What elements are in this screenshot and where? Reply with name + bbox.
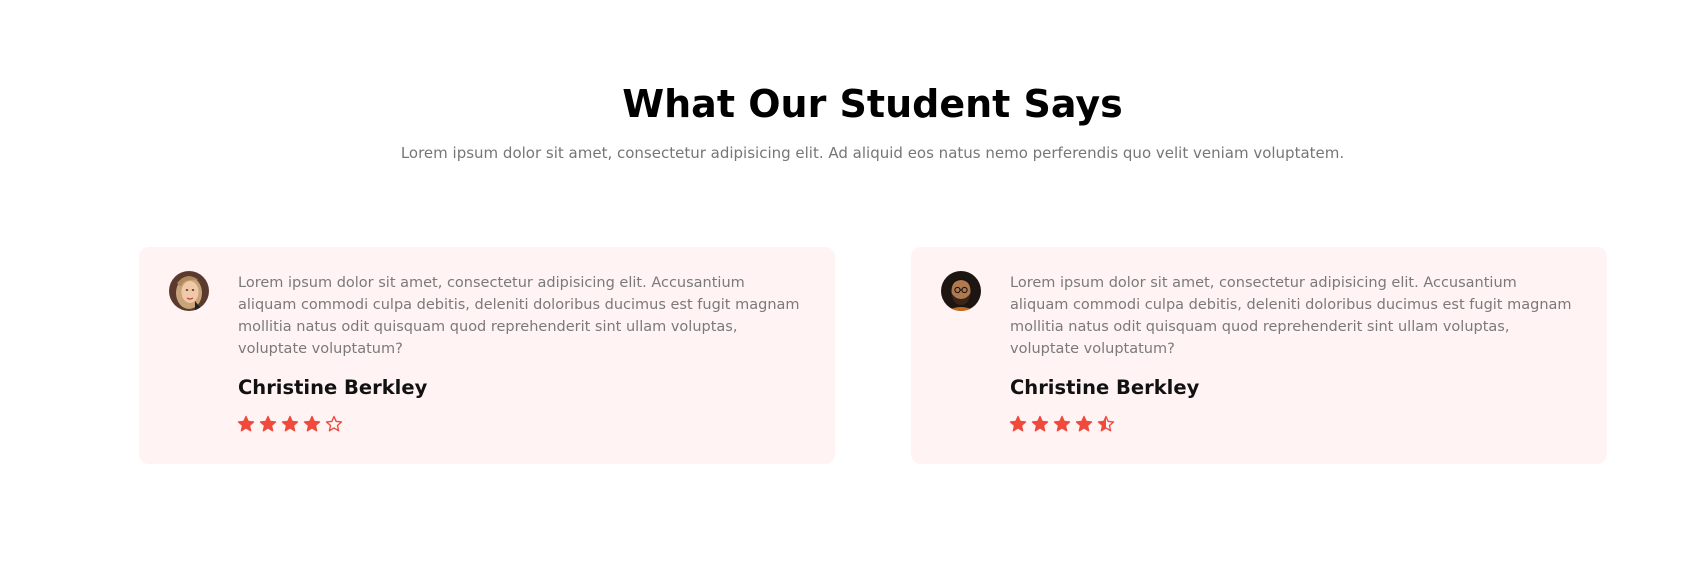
star-filled-icon [1009, 415, 1027, 432]
star-filled-icon [1031, 415, 1049, 432]
star-rating [1009, 415, 1115, 433]
reviewer-name: Christine Berkley [238, 376, 428, 399]
testimonial-card: Lorem ipsum dolor sit amet, consectetur … [911, 247, 1607, 464]
star-filled-icon [303, 415, 321, 432]
avatar [169, 271, 209, 311]
reviewer-name: Christine Berkley [1010, 376, 1200, 399]
star-filled-icon [1053, 415, 1071, 432]
review-text: Lorem ipsum dolor sit amet, consectetur … [1010, 275, 1572, 357]
star-filled-icon [1075, 415, 1093, 432]
review-text: Lorem ipsum dolor sit amet, consectetur … [238, 275, 800, 357]
star-empty-icon [325, 415, 343, 432]
star-filled-icon [237, 415, 255, 432]
star-filled-icon [259, 415, 277, 432]
section-subtitle: Lorem ipsum dolor sit amet, consectetur … [400, 144, 1345, 162]
star-rating [237, 415, 343, 433]
avatar [941, 271, 981, 311]
testimonial-card: Lorem ipsum dolor sit amet, consectetur … [139, 247, 835, 464]
star-filled-icon [281, 415, 299, 432]
woman-avatar-icon [169, 271, 209, 311]
star-half-icon [1097, 415, 1115, 432]
section-title: What Our Student Says [622, 82, 1123, 126]
man-avatar-icon [941, 271, 981, 311]
